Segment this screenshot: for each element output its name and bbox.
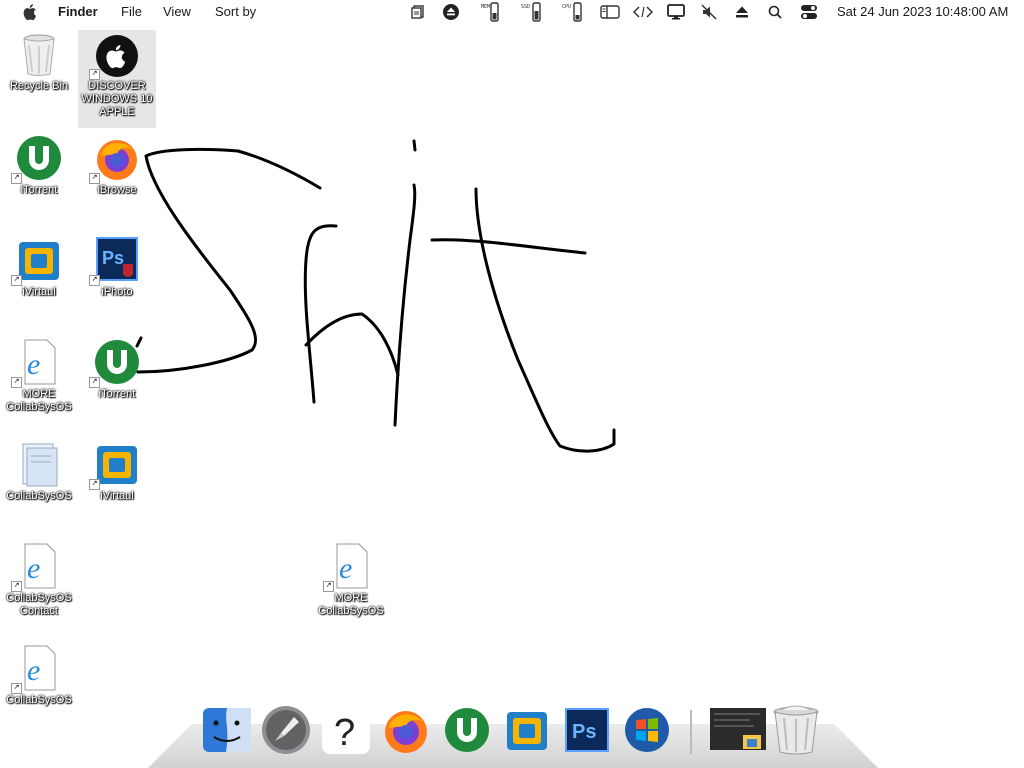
- desktop-icon-label: DISCOVER WINDOWS 10 APPLE: [81, 80, 153, 118]
- ie-file-icon: e ↗: [323, 542, 375, 592]
- svg-text:e: e: [339, 552, 352, 585]
- shortcut-arrow-icon: ↗: [11, 275, 22, 286]
- apple-menu-icon[interactable]: [22, 3, 40, 21]
- shortcut-arrow-icon: ↗: [89, 173, 100, 184]
- window-thumbnail-icon[interactable]: [709, 704, 767, 756]
- desktop-icon-label: MORE CollabSysOS: [6, 388, 72, 413]
- desktop-icon-label: iPhoto: [101, 286, 133, 298]
- finder-icon[interactable]: [201, 704, 253, 756]
- search-icon[interactable]: [765, 3, 785, 21]
- control-center-icon[interactable]: [798, 3, 820, 21]
- svg-text:e: e: [27, 348, 40, 381]
- mute-icon[interactable]: [699, 3, 719, 21]
- shortcut-arrow-icon: ↗: [11, 377, 22, 388]
- desktop-icon-label: MORE CollabSysOS: [318, 592, 384, 617]
- shortcut-arrow-icon: ↗: [11, 581, 22, 592]
- desktop-icon-more-collabsysos-2[interactable]: e ↗ MORE CollabSysOS: [312, 542, 390, 618]
- shortcut-arrow-icon: ↗: [11, 173, 22, 184]
- desktop-icon-more-collabsysos[interactable]: e ↗ MORE CollabSysOS: [0, 338, 78, 414]
- desktop-icon-label: CollabSysOS: [6, 694, 72, 706]
- desktop-icon-label: Recycle Bin: [9, 80, 69, 92]
- shortcut-arrow-icon: ↗: [89, 275, 100, 286]
- menu-sort-by[interactable]: Sort by: [215, 4, 256, 19]
- ssd-label: SSD: [521, 4, 530, 10]
- desktop-icon-label: iTorrent: [98, 388, 136, 400]
- utorrent-icon: ↗: [89, 338, 141, 388]
- menu-view[interactable]: View: [163, 4, 191, 19]
- menubar-clock[interactable]: Sat 24 Jun 2023 10:48:00 AM: [837, 4, 1008, 19]
- desktop-icon-collabsysos-contact[interactable]: e ↗ CollabSysOS Contact: [0, 542, 78, 618]
- shortcut-arrow-icon: ↗: [323, 581, 334, 592]
- desktop-icon-recycle-bin[interactable]: Recycle Bin: [0, 30, 78, 93]
- shortcut-arrow-icon: ↗: [89, 69, 100, 80]
- desktop-icon-collabsysos-folder[interactable]: CollabSysOS: [0, 440, 78, 503]
- svg-text:Ps: Ps: [102, 248, 124, 268]
- desktop-icon-iphoto[interactable]: Ps ↗ iPhoto: [78, 236, 156, 299]
- menu-bar: Finder File View Sort by MEM SSD CPU Sat…: [0, 0, 1024, 24]
- desktop-icon-label: iBrowse: [97, 184, 137, 196]
- sidebar-icon[interactable]: [598, 3, 622, 21]
- desktop-icon-itorrent-2[interactable]: ↗ iTorrent: [78, 338, 156, 401]
- shortcut-arrow-icon: ↗: [89, 479, 100, 490]
- shortcut-arrow-icon: ↗: [89, 377, 100, 388]
- desktop-icon-ibrowse[interactable]: ↗ iBrowse: [78, 134, 156, 197]
- photoshop-icon[interactable]: Ps: [561, 704, 613, 756]
- apple-logo-icon: ↗: [89, 30, 141, 80]
- windows-icon[interactable]: [621, 704, 673, 756]
- eject-icon[interactable]: [732, 3, 752, 21]
- trash-icon[interactable]: [770, 704, 822, 756]
- svg-text:?: ?: [334, 712, 355, 754]
- svg-text:Ps: Ps: [572, 721, 596, 743]
- virtualbox-icon: ↗: [11, 236, 63, 286]
- mem-gauge-icon[interactable]: MEM: [476, 2, 502, 22]
- ie-file-icon: e ↗: [11, 542, 63, 592]
- ie-file-icon: e ↗: [11, 338, 63, 388]
- menu-file[interactable]: File: [121, 4, 142, 19]
- cpu-gauge-icon[interactable]: CPU: [559, 2, 585, 22]
- files-icon[interactable]: [409, 3, 427, 21]
- virtualbox-icon: ↗: [89, 440, 141, 490]
- desktop-icon-label: iTorrent: [20, 184, 58, 196]
- svg-text:e: e: [27, 654, 40, 687]
- help-icon[interactable]: ?: [320, 704, 372, 756]
- desktop-icon-label: CollabSysOS: [6, 490, 72, 502]
- display-icon[interactable]: [665, 3, 687, 21]
- desktop-icon-discover-windows[interactable]: ↗ DISCOVER WINDOWS 10 APPLE: [78, 30, 156, 128]
- shortcut-arrow-icon: ↗: [11, 683, 22, 694]
- folder-icon: [15, 440, 63, 488]
- firefox-icon: ↗: [89, 134, 141, 184]
- desktop-icon-label: iVirtaul: [100, 490, 134, 502]
- desktop-icon-ivirtaul[interactable]: ↗ iVirtaul: [0, 236, 78, 299]
- desktop-icon-itorrent[interactable]: ↗ iTorrent: [0, 134, 78, 197]
- cpu-label: CPU: [562, 4, 571, 10]
- ie-file-icon: e ↗: [11, 644, 63, 694]
- mem-label: MEM: [481, 4, 490, 10]
- launchpad-icon[interactable]: [260, 704, 312, 756]
- desktop-icon-label: CollabSysOS Contact: [6, 592, 72, 617]
- svg-text:e: e: [27, 552, 40, 585]
- desktop-icon-ivirtaul-2[interactable]: ↗ iVirtaul: [78, 440, 156, 503]
- eject-circle-icon[interactable]: [441, 3, 461, 21]
- utorrent-icon[interactable]: [441, 704, 493, 756]
- dock-separator: [690, 710, 692, 754]
- recycle-bin-icon: [15, 30, 63, 78]
- virtualbox-icon[interactable]: [501, 704, 553, 756]
- photoshop-icon: Ps ↗: [89, 236, 141, 286]
- desktop-icon-label: iVirtaul: [22, 286, 56, 298]
- menu-finder[interactable]: Finder: [58, 4, 98, 19]
- firefox-icon[interactable]: [380, 704, 432, 756]
- desktop-icon-collabsysos[interactable]: e ↗ CollabSysOS: [0, 644, 78, 707]
- utorrent-icon: ↗: [11, 134, 63, 184]
- code-icon[interactable]: [632, 3, 654, 21]
- ssd-gauge-icon[interactable]: SSD: [518, 2, 544, 22]
